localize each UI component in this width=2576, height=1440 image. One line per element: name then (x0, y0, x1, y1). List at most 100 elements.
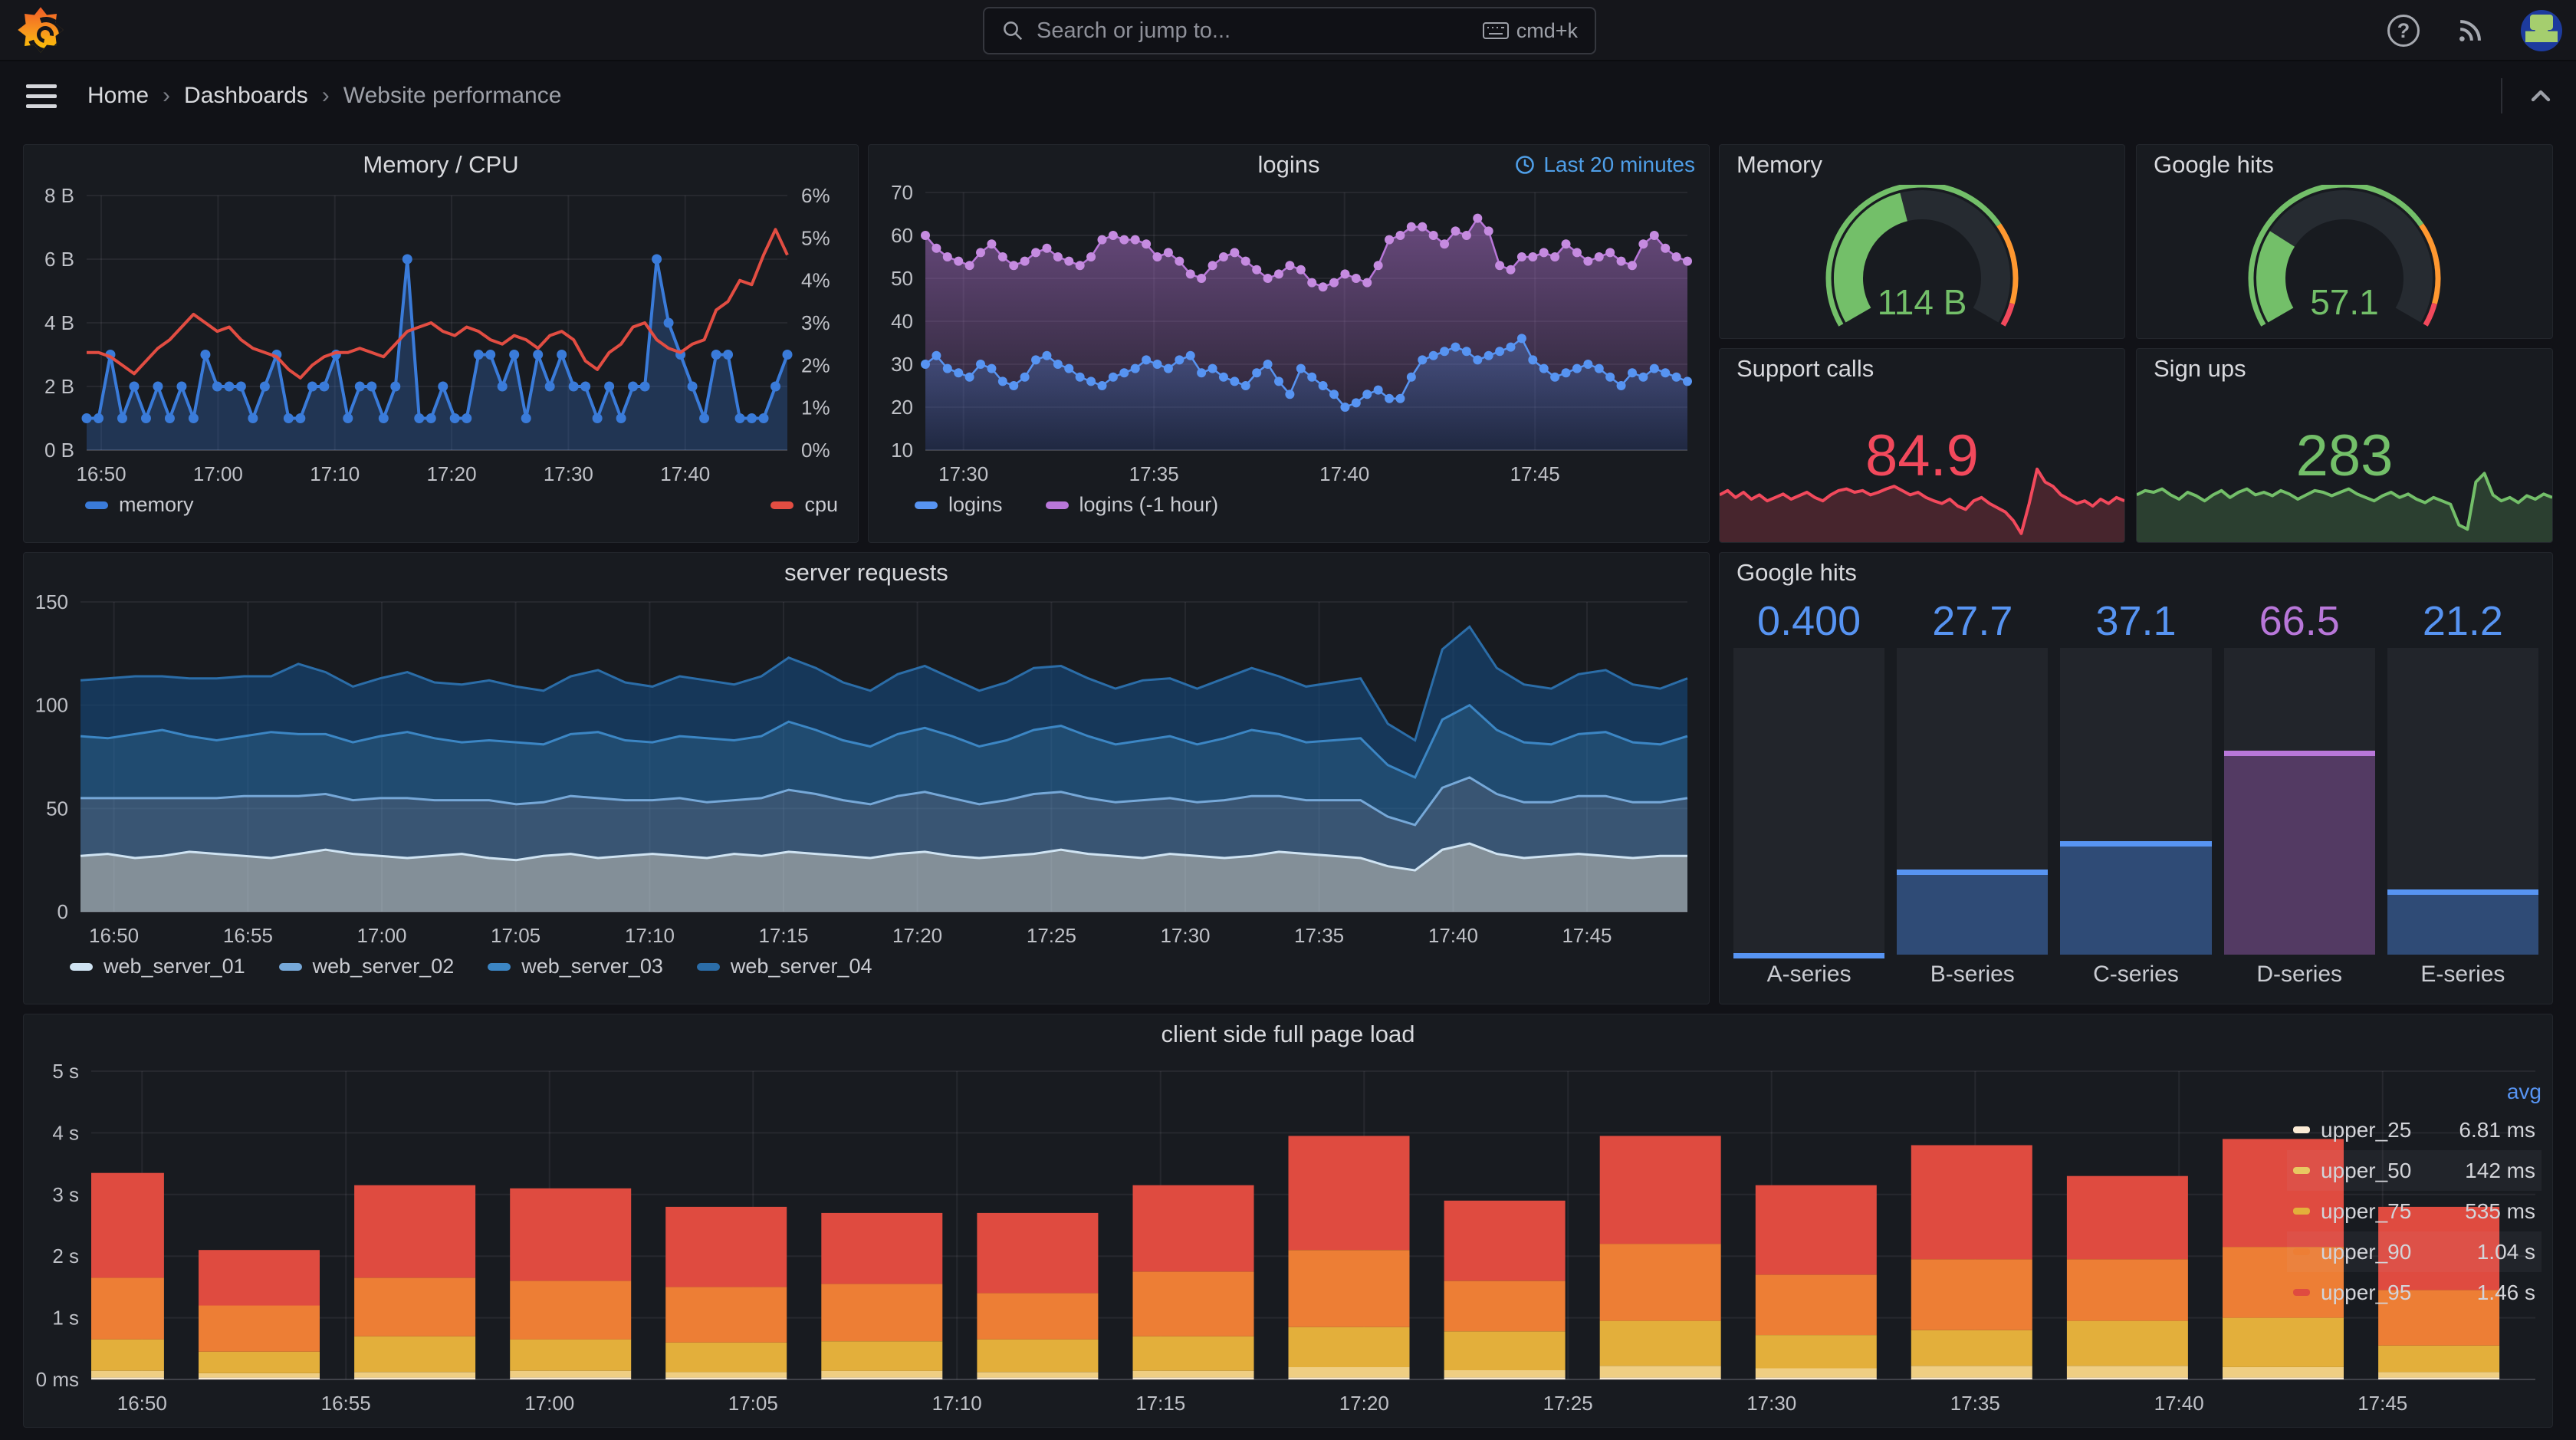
stacked-bar-segment[interactable] (2066, 1320, 2188, 1366)
grafana-logo[interactable] (18, 7, 64, 53)
stacked-bar-segment[interactable] (354, 1336, 476, 1373)
stacked-bar-segment[interactable] (1911, 1259, 2032, 1330)
panel-title[interactable]: Memory (1720, 145, 2124, 185)
stacked-bar-segment[interactable] (665, 1206, 787, 1287)
stacked-bar-segment[interactable] (1755, 1368, 1877, 1378)
stacked-bar-segment[interactable] (665, 1377, 787, 1379)
stacked-bar-segment[interactable] (665, 1372, 787, 1378)
legend-item[interactable]: cpu (770, 493, 838, 517)
stacked-bar-segment[interactable] (1288, 1327, 1410, 1367)
stacked-bar-segment[interactable] (354, 1377, 476, 1379)
stacked-bar-segment[interactable] (510, 1377, 632, 1379)
stacked-bar-segment[interactable] (510, 1281, 632, 1340)
stacked-bar-segment[interactable] (2378, 1377, 2500, 1379)
stacked-bar-segment[interactable] (1444, 1200, 1566, 1281)
stacked-bar-segment[interactable] (977, 1377, 1099, 1379)
stacked-bar-segment[interactable] (1599, 1366, 1721, 1378)
stacked-bar-segment[interactable] (354, 1185, 476, 1278)
panel-title[interactable]: Sign ups (2137, 349, 2552, 389)
stacked-bar-segment[interactable] (199, 1373, 320, 1378)
time-range-label[interactable]: Last 20 minutes (1514, 153, 1695, 177)
stacked-bar-segment[interactable] (199, 1305, 320, 1352)
bar-gauge-column[interactable]: 21.2 E-series (2387, 597, 2539, 995)
stacked-bar-segment[interactable] (1599, 1377, 1721, 1379)
stacked-bar-segment[interactable] (2066, 1175, 2188, 1260)
stacked-bar-segment[interactable] (665, 1342, 787, 1373)
stacked-bar-segment[interactable] (977, 1372, 1099, 1378)
bar-gauge-column[interactable]: 0.400 A-series (1733, 597, 1885, 995)
stacked-bar-segment[interactable] (199, 1377, 320, 1379)
stacked-bar-segment[interactable] (1132, 1185, 1254, 1272)
stacked-bar-segment[interactable] (1444, 1281, 1566, 1332)
stacked-bar-segment[interactable] (1755, 1274, 1877, 1336)
user-avatar[interactable] (2521, 10, 2562, 51)
news-rss-icon[interactable] (2453, 14, 2487, 48)
stacked-bar-segment[interactable] (977, 1293, 1099, 1340)
stacked-bar-segment[interactable] (1755, 1335, 1877, 1369)
chevron-up-icon[interactable] (2525, 81, 2556, 111)
search-input[interactable]: Search or jump to... cmd+k (983, 7, 1596, 54)
stacked-bar-segment[interactable] (1288, 1136, 1410, 1251)
breadcrumb-dashboards[interactable]: Dashboards (184, 83, 308, 109)
stacked-bar-segment[interactable] (2223, 1377, 2344, 1379)
legend-item[interactable]: upper_50 142 ms (2287, 1150, 2542, 1191)
stacked-bar-segment[interactable] (1755, 1377, 1877, 1379)
stacked-bar-segment[interactable] (1444, 1377, 1566, 1379)
panel-title[interactable]: Google hits (1720, 553, 2552, 593)
stacked-bar-segment[interactable] (1911, 1330, 2032, 1366)
stacked-bar-segment[interactable] (354, 1277, 476, 1336)
stacked-bar-segment[interactable] (2066, 1366, 2188, 1378)
stacked-bar-segment[interactable] (354, 1372, 476, 1378)
stacked-bar-segment[interactable] (1444, 1369, 1566, 1378)
client-load-chart[interactable]: 0 ms 1 s 2 s 3 s 4 s 5 s 16:50 16:55 17:00 17:05 1… (24, 1054, 2552, 1425)
stacked-bar-segment[interactable] (1599, 1244, 1721, 1321)
bar-gauge-column[interactable]: 27.7 B-series (1897, 597, 2049, 995)
legend-item[interactable]: upper_95 1.46 s (2287, 1272, 2542, 1313)
stacked-bar-segment[interactable] (1444, 1331, 1566, 1370)
stacked-bar-segment[interactable] (1599, 1320, 1721, 1366)
logins-chart[interactable]: 10 20 30 40 50 60 70 17:30 17:35 17:40 17:45 (869, 181, 1709, 493)
stacked-bar-segment[interactable] (2223, 1317, 2344, 1367)
legend-item[interactable]: upper_75 535 ms (2287, 1191, 2542, 1231)
legend-item[interactable]: upper_90 1.04 s (2287, 1231, 2542, 1272)
legend-item[interactable]: web_server_04 (696, 955, 872, 978)
stacked-bar-segment[interactable] (1911, 1366, 2032, 1378)
stacked-bar-segment[interactable] (821, 1212, 943, 1284)
stacked-bar-segment[interactable] (510, 1188, 632, 1281)
stacked-bar-segment[interactable] (2378, 1372, 2500, 1378)
stacked-bar-segment[interactable] (1132, 1271, 1254, 1336)
help-icon[interactable]: ? (2387, 15, 2420, 47)
stacked-bar-segment[interactable] (2066, 1377, 2188, 1379)
stacked-bar-segment[interactable] (199, 1351, 320, 1373)
legend-item[interactable]: logins (-1 hour) (1045, 493, 1218, 517)
stacked-bar-segment[interactable] (510, 1339, 632, 1371)
bar-gauge-column[interactable]: 66.5 D-series (2223, 597, 2375, 995)
panel-title[interactable]: server requests (24, 553, 1709, 593)
stacked-bar-segment[interactable] (1911, 1377, 2032, 1379)
stacked-bar-segment[interactable] (1755, 1185, 1877, 1275)
stacked-bar-segment[interactable] (199, 1250, 320, 1306)
legend-item[interactable]: upper_25 6.81 ms (2287, 1110, 2542, 1150)
stacked-bar-segment[interactable] (977, 1212, 1099, 1294)
stacked-bar-segment[interactable] (510, 1370, 632, 1378)
legend-item[interactable]: web_server_03 (488, 955, 663, 978)
legend-item[interactable]: logins (915, 493, 1003, 517)
stacked-bar-segment[interactable] (2223, 1366, 2344, 1378)
panel-title[interactable]: client side full page load (24, 1014, 2552, 1054)
legend-item[interactable]: memory (85, 493, 194, 517)
stacked-bar-segment[interactable] (2066, 1259, 2188, 1321)
memory-cpu-chart[interactable]: 0 B 2 B 4 B 6 B 8 B 0% 1% 2% 3% 4% 5% 6% 16:50 17:00 1… (24, 184, 858, 493)
stacked-bar-segment[interactable] (821, 1377, 943, 1379)
panel-title[interactable]: Memory / CPU (24, 145, 858, 185)
stacked-bar-segment[interactable] (1288, 1250, 1410, 1327)
stacked-bar-segment[interactable] (1132, 1370, 1254, 1378)
panel-title[interactable]: Support calls (1720, 349, 2124, 389)
menu-icon[interactable] (26, 84, 57, 108)
bar-gauge-column[interactable]: 37.1 C-series (2060, 597, 2212, 995)
legend-item[interactable]: web_server_02 (278, 955, 454, 978)
stacked-bar-segment[interactable] (821, 1284, 943, 1342)
stacked-bar-segment[interactable] (43, 1339, 164, 1371)
legend-item[interactable]: web_server_01 (70, 955, 245, 978)
stacked-bar-segment[interactable] (1132, 1336, 1254, 1371)
stacked-bar-segment[interactable] (665, 1287, 787, 1343)
